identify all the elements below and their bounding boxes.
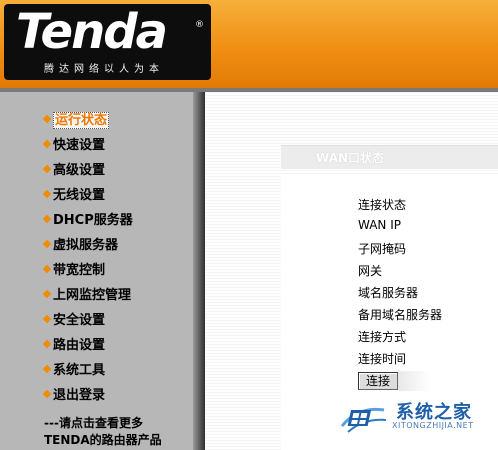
sidebar-item-logout[interactable]: 退出登录 xyxy=(42,385,106,407)
sidebar-item-status[interactable]: 运行状态 xyxy=(42,110,110,132)
wan-status-title-text: WAN口状态 xyxy=(316,151,385,165)
sidebar-item-monitoring[interactable]: 上网监控管理 xyxy=(42,285,132,307)
sidebar-item-routing[interactable]: 路由设置 xyxy=(42,335,106,357)
field-connection-type: 连接方式 xyxy=(358,330,407,344)
sidebar-item-label: 安全设置 xyxy=(53,313,106,328)
field-connection-time: 连接时间 xyxy=(358,352,407,366)
bullet-icon xyxy=(42,289,52,298)
logo-registered-mark: ® xyxy=(195,20,204,30)
sidebar-item-label: 高级设置 xyxy=(53,163,106,178)
bullet-icon xyxy=(42,264,52,273)
field-subnet-mask: 子网掩码 xyxy=(358,242,407,256)
sidebar-item-label: 无线设置 xyxy=(53,188,106,203)
logo-text: Tenda xyxy=(16,4,168,60)
more-products-line1: ---请点击查看更多 xyxy=(44,416,143,430)
sidebar-item-label: DHCP服务器 xyxy=(53,213,133,228)
sidebar-item-label: 路由设置 xyxy=(53,338,106,353)
sidebar-item-label: 虚拟服务器 xyxy=(53,238,119,253)
field-connection-status: 连接状态 xyxy=(358,198,407,212)
field-wan-ip: WAN IP xyxy=(358,218,401,232)
bullet-icon xyxy=(42,389,52,398)
sidebar-item-bandwidth[interactable]: 带宽控制 xyxy=(42,260,106,282)
field-gateway: 网关 xyxy=(358,264,383,278)
watermark-url: XITONGZHIJIA.NET xyxy=(392,421,474,430)
more-products-line2: TENDA的路由器产品 xyxy=(44,433,162,447)
sidebar-item-virtual-server[interactable]: 虚拟服务器 xyxy=(42,235,119,257)
sidebar-item-label: 快速设置 xyxy=(53,138,106,153)
field-dns-server: 域名服务器 xyxy=(358,286,419,300)
bullet-icon xyxy=(42,239,52,248)
bullet-icon xyxy=(42,139,52,148)
sidebar-item-label: 系统工具 xyxy=(53,363,106,378)
watermark-logo-icon xyxy=(340,407,387,433)
sidebar-item-dhcp[interactable]: DHCP服务器 xyxy=(42,210,133,232)
sidebar-item-system-tools[interactable]: 系统工具 xyxy=(42,360,106,382)
wan-status-title: WAN口状态 xyxy=(281,145,498,169)
sidebar-item-label: 带宽控制 xyxy=(53,263,106,278)
bullet-icon xyxy=(42,364,52,373)
bullet-icon xyxy=(42,189,52,198)
sidebar-item-label: 退出登录 xyxy=(53,388,106,403)
bullet-icon xyxy=(42,114,52,123)
button-shadow xyxy=(398,371,430,391)
bullet-icon xyxy=(42,164,52,173)
header-banner: Tenda ® 腾达网络以人为本 xyxy=(0,0,498,88)
sidebar-item-label: 上网监控管理 xyxy=(53,288,132,303)
sidebar-item-security[interactable]: 安全设置 xyxy=(42,310,106,332)
connect-button[interactable]: 连接 xyxy=(358,372,398,390)
sidebar-edge xyxy=(193,92,205,450)
bullet-icon xyxy=(42,314,52,323)
bullet-icon xyxy=(42,339,52,348)
sidebar-item-quick-setup[interactable]: 快速设置 xyxy=(42,135,106,157)
field-backup-dns: 备用域名服务器 xyxy=(358,308,443,322)
sidebar-item-advanced[interactable]: 高级设置 xyxy=(42,160,106,182)
sidebar-item-wireless[interactable]: 无线设置 xyxy=(42,185,106,207)
tenda-logo: Tenda ® 腾达网络以人为本 xyxy=(4,4,211,80)
bullet-icon xyxy=(42,214,52,223)
more-products-link[interactable]: ---请点击查看更多 TENDA的路由器产品 xyxy=(44,415,162,449)
logo-slogan: 腾达网络以人为本 xyxy=(44,64,164,75)
sidebar-item-label: 运行状态 xyxy=(53,112,110,129)
